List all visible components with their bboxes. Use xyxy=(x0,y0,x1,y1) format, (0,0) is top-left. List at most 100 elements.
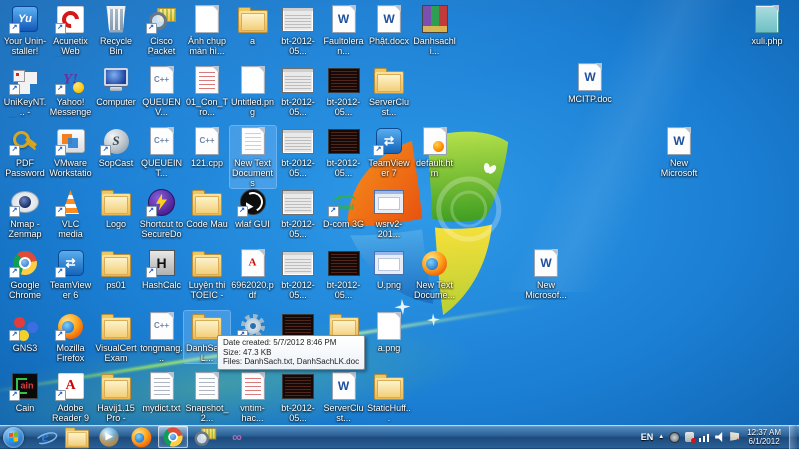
desktop-icon-mozilla-firefox[interactable]: ↗ Mozilla Firefox xyxy=(48,311,94,363)
desktop-icon-vlc-media-player[interactable]: ↗ VLC media player xyxy=(48,187,94,240)
desktop-icon-acunetix-web-vulne[interactable]: ↗ Acunetix Web Vulne... xyxy=(48,4,94,57)
desktop-icon-adobe-reader-9[interactable]: A ↗ Adobe Reader 9 xyxy=(48,371,94,423)
desktop-icon-computer[interactable]: Computer xyxy=(93,65,139,107)
desktop-icon-havij1-15-pro-cracked[interactable]: Havij1.15 Pro - cracked xyxy=(93,371,139,424)
action-center-flag-icon[interactable] xyxy=(730,432,740,441)
desktop-icon-bt-2012-05[interactable]: bt-2012-05... xyxy=(275,248,321,300)
desktop-icon-bt-2012-05[interactable]: bt-2012-05... xyxy=(275,4,321,56)
desktop-icon-queueint[interactable]: C++ QUEUEINT... xyxy=(139,126,185,178)
tooltip-size-line: Size: 47.3 KB xyxy=(223,347,272,357)
desktop-icon-new-microsof[interactable]: W New Microsof... xyxy=(523,248,569,300)
hidden-icons-caret[interactable]: ▲ xyxy=(658,434,664,440)
desktop-icon-code-mau[interactable]: Code Mau xyxy=(184,187,230,229)
tray-security-icon[interactable] xyxy=(685,432,697,443)
taskbar-cisco-packet-tracer[interactable] xyxy=(190,426,220,448)
desktop-icon-your-unin-staller[interactable]: Yu ↗ Your Unin-staller! xyxy=(2,4,48,56)
desktop-icon-queuenv[interactable]: C++ QUEUENV... xyxy=(139,65,185,117)
desktop-icon-hashcalc[interactable]: H ↗ HashCalc xyxy=(139,248,185,290)
desktop-icon-statichuff[interactable]: StaticHuff... xyxy=(366,371,412,423)
desktop-icon-label: ServerClust... xyxy=(323,403,364,423)
desktop-icon-faultoleran[interactable]: W Faultoleran... xyxy=(321,4,367,56)
desktop-icon-pdf-password[interactable]: ↗ PDF Password ... xyxy=(2,126,48,179)
desktop-icon-label: 121.cpp xyxy=(190,158,224,168)
desktop-icon-a-png[interactable]: a.png xyxy=(366,311,412,353)
desktop-icon-wsrv2-201[interactable]: wsrv2-201... xyxy=(366,187,412,239)
desktop-icon-label: Untitled.png xyxy=(230,97,275,117)
desktop-icon-teamviewer-7[interactable]: ⇄ ↗ TeamViewer 7 xyxy=(366,126,412,178)
hashcalc-icon: H ↗ xyxy=(145,248,178,278)
desktop-icon-cain[interactable]: ain ↗ Cain xyxy=(2,371,48,413)
start-button[interactable] xyxy=(3,426,24,448)
desktop-icon-u-png[interactable]: U.png xyxy=(366,248,412,290)
tray-app-icon[interactable] xyxy=(669,431,681,443)
desktop-icon-serverclust[interactable]: W ServerClust... xyxy=(321,371,367,423)
shortcut-arrow-icon: ↗ xyxy=(9,206,20,217)
desktop-icon-label: Computer xyxy=(96,97,136,107)
desktop-icon-vntim-hac[interactable]: vntim-hac... xyxy=(230,371,276,423)
desktop-icon-shortcut-to-securedow[interactable]: ↗ Shortcut to SecureDow... xyxy=(139,187,185,240)
secure-icon: ↗ xyxy=(145,187,178,217)
cain-icon: ain ↗ xyxy=(9,371,41,401)
taskbar-clock[interactable]: 12:37 AM 6/1/2012 xyxy=(747,428,781,446)
desktop-icon-6962020-pdf[interactable]: A 6962020.pdf xyxy=(230,248,276,300)
desktop-icon-tongmang[interactable]: C++ tongmang... xyxy=(139,311,185,363)
txt-glyph xyxy=(149,372,174,400)
chrome-icon xyxy=(161,425,185,449)
desktop-icon-untitled-png[interactable]: Untitled.png xyxy=(230,65,276,117)
desktop-icon-sopcast[interactable]: S ↗ SopCast xyxy=(93,126,139,168)
shortcut-arrow-icon: ↗ xyxy=(9,390,20,401)
desktop-icon-bt-2012-05[interactable]: bt-2012-05... xyxy=(275,187,321,239)
desktop-icon-google-chrome[interactable]: ↗ Google Chrome xyxy=(2,248,48,300)
desktop-icon-recycle-bin[interactable]: Recycle Bin xyxy=(93,4,139,56)
txt-glyph xyxy=(195,372,219,400)
desktop-icon-gns3[interactable]: ↗ GNS3 xyxy=(2,311,48,353)
desktop-icon-nmap-zenmap-gui[interactable]: ↗ Nmap - Zenmap GUI xyxy=(2,187,48,240)
desktop-icon-a[interactable]: a xyxy=(230,4,276,46)
show-desktop-button[interactable] xyxy=(789,425,797,449)
desktop-icon-wlaf-gui[interactable]: ↗ wlaf GUI xyxy=(230,187,276,229)
desktop-icon-luy-n-thi-toeic-cha[interactable]: Luyện thi TOEIC - Cha... xyxy=(184,248,230,301)
taskbar-visual-studio[interactable]: ∞ xyxy=(222,426,252,448)
desktop-icon-d-com-3g[interactable]: viettel ↗ D-com 3G xyxy=(321,187,367,230)
docred-icon xyxy=(191,65,223,95)
taskbar-firefox[interactable] xyxy=(126,426,156,448)
desktop-icon-new-text-documents[interactable]: New Text Documents xyxy=(228,125,277,189)
desktop-icon-default-htm[interactable]: default.htm xyxy=(412,126,458,178)
network-icon[interactable] xyxy=(699,432,711,442)
desktop-icon-unikeynt-shortcut[interactable]: ↗ UniKeyNT... - Shortcut xyxy=(2,65,48,118)
taskbar-windows-explorer[interactable] xyxy=(62,426,92,449)
tv-icon: ⇄ ↗ xyxy=(373,126,405,156)
desktop-icon-snapshot-2[interactable]: Snapshot_2... xyxy=(184,371,230,423)
taskbar-windows-media-player[interactable]: ▶ xyxy=(94,426,124,448)
desktop-icon-logo[interactable]: Logo xyxy=(93,187,139,229)
volume-icon[interactable] xyxy=(715,432,723,442)
desktop-icon-bt-2012-05[interactable]: bt-2012-05... xyxy=(321,65,367,117)
desktop-icon-serverclust[interactable]: ServerClust... xyxy=(366,65,412,117)
desktop-icon-new-text-docume[interactable]: New Text Docume... xyxy=(412,248,458,300)
desktop-icon-121-cpp[interactable]: C++ 121.cpp xyxy=(184,126,230,168)
desktop-icon-01-con-tro[interactable]: 01_Con_Tro... xyxy=(184,65,230,117)
desktop-icon-visualcert-exam[interactable]: VisualCert Exam xyxy=(93,311,139,363)
desktop-icon-bt-2012-05[interactable]: bt-2012-05... xyxy=(275,126,321,178)
desktop-icon-bt-2012-05[interactable]: bt-2012-05... xyxy=(275,65,321,117)
desktop-icon-danhsachli[interactable]: Danhsachli... xyxy=(412,4,458,56)
desktop-icon-xuli-php[interactable]: xuli.php xyxy=(744,4,790,46)
shotd-icon xyxy=(282,371,314,401)
taskbar-internet-explorer[interactable]: e xyxy=(30,426,60,448)
desktop-icon-teamviewer-6[interactable]: ⇄ ↗ TeamViewer 6 xyxy=(48,248,94,300)
desktop-icon-bt-2012-05[interactable]: bt-2012-05... xyxy=(275,371,321,423)
desktop-icon-mcitp-doc[interactable]: W MCITP.doc xyxy=(567,62,613,104)
desktop-icon-cisco-packet-tracer[interactable]: ↗ Cisco Packet Tracer xyxy=(139,4,185,57)
desktop-icon-vmware-workstation[interactable]: ↗ VMware Workstation xyxy=(48,126,94,179)
desktop-icon-new-microsoft[interactable]: W New Microsoft ... xyxy=(656,126,702,179)
desktop-icon-yahoo-messenger[interactable]: Y!↗Yahoo! Messenger xyxy=(48,65,94,119)
desktop-icon-label: VLC media player xyxy=(58,219,83,240)
desktop-icon-ps01[interactable]: ps01 xyxy=(93,248,139,290)
desktop-icon-ph-t-docx[interactable]: W Phật.docx xyxy=(366,4,412,46)
desktop-icon-bt-2012-05[interactable]: bt-2012-05... xyxy=(321,248,367,300)
taskbar-chrome[interactable] xyxy=(158,426,188,448)
desktop-icon-bt-2012-05[interactable]: bt-2012-05... xyxy=(321,126,367,178)
language-indicator[interactable]: EN xyxy=(641,432,654,442)
desktop-icon-nh-ch-p-m-n-h[interactable]: Ánh chụp màn hì... xyxy=(184,4,230,56)
desktop-icon-mydict-txt[interactable]: mydict.txt xyxy=(139,371,185,413)
